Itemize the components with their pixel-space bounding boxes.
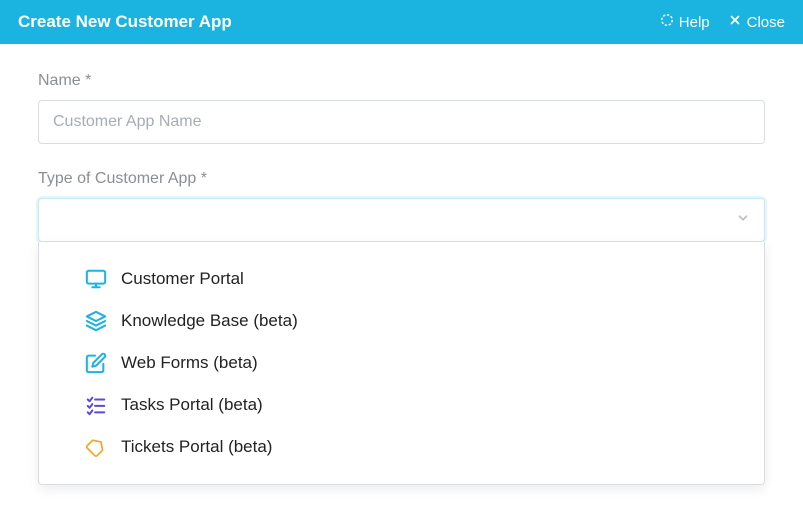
help-label: Help (679, 14, 710, 31)
help-icon (660, 13, 674, 31)
chevron-down-icon (736, 211, 750, 230)
header-actions: Help Close (660, 13, 785, 31)
type-option-customer-portal[interactable]: Customer Portal (39, 258, 764, 300)
modal-title: Create New Customer App (18, 12, 660, 32)
type-option-label: Customer Portal (121, 269, 244, 289)
help-button[interactable]: Help (660, 13, 710, 31)
close-button[interactable]: Close (728, 13, 785, 31)
type-option-knowledge-base[interactable]: Knowledge Base (beta) (39, 300, 764, 342)
name-field-label: Name * (38, 72, 765, 90)
type-option-web-forms[interactable]: Web Forms (beta) (39, 342, 764, 384)
type-option-label: Web Forms (beta) (121, 353, 258, 373)
monitor-icon (85, 268, 107, 290)
ticket-icon (85, 436, 107, 458)
type-field-label: Type of Customer App * (38, 170, 765, 188)
type-option-tickets-portal[interactable]: Tickets Portal (beta) (39, 426, 764, 468)
name-input[interactable] (38, 100, 765, 144)
tasks-icon (85, 394, 107, 416)
type-dropdown: Customer Portal Knowledge Base (beta) (38, 242, 765, 485)
create-customer-app-modal: Create New Customer App Help Close (0, 0, 803, 526)
layers-icon (85, 310, 107, 332)
modal-header: Create New Customer App Help Close (0, 0, 803, 44)
close-label: Close (747, 14, 785, 31)
type-option-tasks-portal[interactable]: Tasks Portal (beta) (39, 384, 764, 426)
type-option-label: Knowledge Base (beta) (121, 311, 298, 331)
type-option-label: Tasks Portal (beta) (121, 395, 263, 415)
edit-icon (85, 352, 107, 374)
modal-body: Name * Type of Customer App * (0, 44, 803, 526)
type-option-label: Tickets Portal (beta) (121, 437, 272, 457)
type-select[interactable] (38, 198, 765, 242)
type-select-wrap: Customer Portal Knowledge Base (beta) (38, 198, 765, 242)
close-icon (728, 13, 742, 31)
